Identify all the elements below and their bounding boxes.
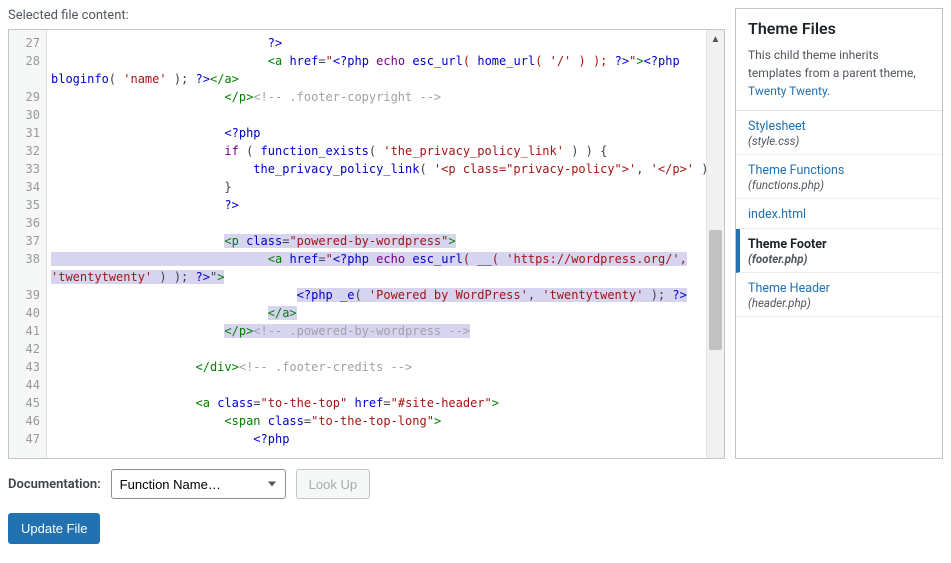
function-select[interactable]: Function Name… (111, 469, 286, 499)
line-gutter: 2728 29303132333435363738 39404142434445… (9, 30, 47, 458)
scroll-up-arrow[interactable]: ▲ (707, 30, 724, 48)
file-item[interactable]: Theme Header(header.php) (736, 273, 942, 317)
editor-title: Selected file content: (8, 8, 725, 23)
file-item[interactable]: Theme Functions(functions.php) (736, 155, 942, 199)
file-item[interactable]: index.html (736, 199, 942, 229)
code-editor[interactable]: 2728 29303132333435363738 39404142434445… (8, 29, 725, 459)
lookup-button: Look Up (296, 469, 370, 499)
code-area[interactable]: ?> <a href="<?php echo esc_url( home_url… (47, 30, 724, 458)
scroll-thumb[interactable] (709, 230, 722, 350)
inherit-note: This child theme inherits templates from… (736, 46, 942, 111)
update-file-button[interactable]: Update File (8, 513, 100, 544)
theme-files-sidebar: Theme Files This child theme inherits te… (735, 8, 943, 459)
file-item[interactable]: Theme Footer(footer.php) (736, 229, 942, 273)
scrollbar[interactable]: ▲ (706, 30, 724, 458)
sidebar-title: Theme Files (736, 9, 942, 46)
file-item[interactable]: Stylesheet(style.css) (736, 111, 942, 155)
file-list: Stylesheet(style.css)Theme Functions(fun… (736, 111, 942, 458)
parent-theme-link[interactable]: Twenty Twenty (748, 84, 827, 98)
documentation-label: Documentation: (8, 477, 101, 492)
